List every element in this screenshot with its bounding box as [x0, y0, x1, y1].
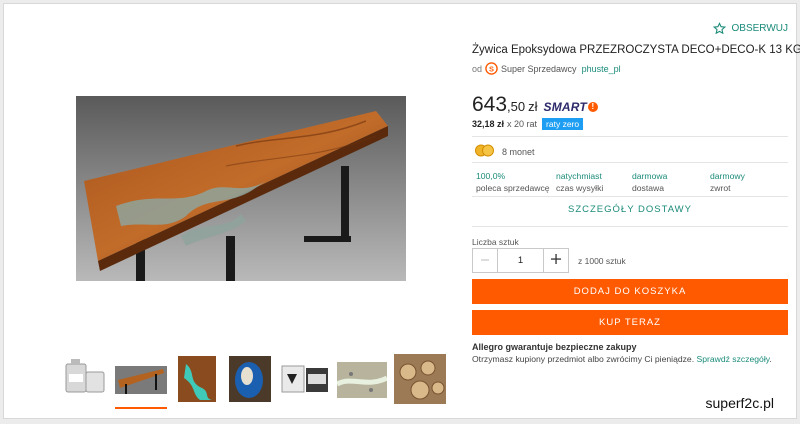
price-integer: 643 [472, 93, 508, 116]
thumbnail-3[interactable] [174, 354, 220, 404]
guarantee-body: Otrzymasz kupiony przedmiot albo zwrócim… [472, 354, 697, 364]
product-card: OBSERWUJ Żywica Epoksydowa PRZEZROCZYSTA… [3, 3, 800, 419]
thumbnail-6[interactable] [337, 354, 387, 404]
stat-label: zwrot [710, 183, 731, 193]
thumbnail-strip [62, 354, 446, 409]
quantity-input[interactable]: 1 [498, 248, 543, 273]
follow-label: OBSERWUJ [731, 23, 789, 34]
stat-label: poleca sprzedawcę [476, 183, 550, 193]
guarantee-title: Allegro gwarantuje bezpieczne zakupy [472, 342, 637, 352]
plus-icon [550, 252, 562, 270]
smart-icon: ! [587, 102, 598, 112]
coin-icon [474, 144, 496, 159]
seller-info: od S Super Sprzedawcy phuste_pl [472, 62, 621, 75]
thumbnail-5[interactable] [280, 354, 330, 404]
stat-value: darmowy [710, 171, 745, 181]
quantity-label: Liczba sztuk [472, 237, 519, 247]
thumbnail-7[interactable] [394, 354, 446, 404]
guarantee-details-link[interactable]: Sprawdź szczegóły [696, 354, 769, 364]
quantity-minus-button[interactable] [472, 248, 498, 273]
thumbnail-1[interactable] [62, 354, 108, 404]
stat-label: czas wysyłki [556, 183, 604, 193]
smart-label: SMART [543, 100, 587, 114]
thumbnail-2[interactable] [115, 354, 167, 409]
installment-count: x 20 rat [507, 119, 538, 129]
product-title: Żywica Epoksydowa PRZEZROCZYSTA DECO+DEC… [472, 44, 800, 56]
main-product-image[interactable] [76, 96, 406, 281]
quantity-stepper: 1 z 1000 sztuk [472, 248, 626, 273]
seller-prefix: od [472, 63, 483, 74]
stat-label: dostawa [632, 183, 665, 193]
price: 643 ,50 zł SMART! [472, 93, 598, 117]
minus-icon [480, 252, 490, 270]
divider [472, 226, 788, 227]
quantity-plus-button[interactable] [543, 248, 569, 273]
stat-recommend: 100,0% poleca sprzedawcę [476, 170, 554, 194]
quantity-available: z 1000 sztuk [578, 255, 626, 266]
price-decimal: ,50 [507, 99, 526, 114]
follow-button[interactable]: OBSERWUJ [712, 22, 789, 35]
seller-stats: 100,0% poleca sprzedawcę natychmiast cza… [476, 170, 788, 194]
stat-shipping-time: natychmiast czas wysyłki [554, 170, 632, 194]
stat-return: darmowy zwrot [710, 170, 788, 194]
divider [472, 196, 788, 197]
buy-now-button[interactable]: KUP TERAZ [472, 310, 788, 335]
coins-label: 8 monet [502, 146, 535, 157]
delivery-details-link[interactable]: SZCZEGÓŁY DOSTAWY [472, 204, 788, 215]
guarantee-text: Otrzymasz kupiony przedmiot albo zwrócim… [472, 354, 772, 364]
star-outline-icon [712, 22, 726, 35]
price-currency: zł [528, 99, 538, 114]
super-seller-icon: S [485, 62, 498, 75]
coins-info: 8 monet [474, 144, 535, 159]
installment-info: 32,18 zł x 20 rat raty zero [472, 118, 584, 130]
super-seller-label: Super Sprzedawcy [501, 63, 577, 74]
stat-delivery: darmowa dostawa [632, 170, 710, 194]
svg-text:S: S [489, 64, 494, 73]
add-to-cart-button[interactable]: DODAJ DO KOSZYKA [472, 279, 788, 304]
installment-amount: 32,18 zł [472, 119, 505, 129]
smart-badge[interactable]: SMART! [544, 100, 598, 114]
guarantee-end: . [769, 354, 772, 364]
thumbnail-4[interactable] [227, 354, 273, 404]
stat-value: 100,0% [476, 171, 506, 181]
watermark: superf2c.pl [705, 395, 774, 411]
stat-value: natychmiast [556, 171, 602, 181]
seller-name-link[interactable]: phuste_pl [582, 64, 621, 74]
divider [472, 136, 788, 137]
divider [472, 162, 788, 163]
raty-zero-badge[interactable]: raty zero [542, 118, 584, 130]
stat-value: darmowa [632, 171, 668, 181]
